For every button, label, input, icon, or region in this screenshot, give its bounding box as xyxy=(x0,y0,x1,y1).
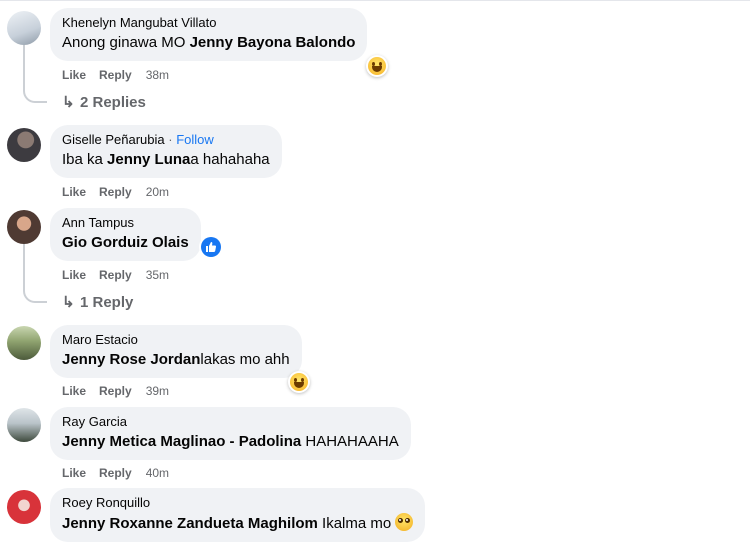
mention-link[interactable]: Jenny Bayona Balondo xyxy=(190,34,356,51)
mention-link[interactable]: Jenny Metica Maglinao - Padolina xyxy=(62,433,301,450)
comment-text: Jenny Metica Maglinao - Padolina HAHAHAA… xyxy=(62,432,399,452)
comment-text: Anong ginawa MO Jenny Bayona Balondo xyxy=(62,33,355,53)
avatar[interactable] xyxy=(7,408,41,442)
replies-count: 2 Replies xyxy=(80,94,146,111)
timestamp[interactable]: 40m xyxy=(146,465,169,481)
comment-text: Iba ka Jenny Lunaa hahahaha xyxy=(62,150,270,170)
comment-item: Maro Estacio Jenny Rose Jordanlakas mo a… xyxy=(0,318,750,400)
comment-actions: Like Reply 40m xyxy=(62,465,182,481)
comment-text: Jenny Rose Jordanlakas mo ahh xyxy=(62,350,290,370)
comment-actions: Like Reply 38m xyxy=(62,67,182,83)
like-button[interactable]: Like xyxy=(62,267,86,283)
comment-bubble: Ann Tampus Gio Gorduiz Olais xyxy=(50,208,201,261)
comment-item: Ann Tampus Gio Gorduiz Olais Like Reply … xyxy=(0,202,750,318)
comment-actions: Like Reply 20m xyxy=(62,184,182,200)
comment-actions: Like Reply 39m xyxy=(62,383,182,399)
comment-author-line: Giselle Peñarubia · Follow xyxy=(62,132,270,148)
mention-link[interactable]: Jenny Roxanne Zandueta Maghilom xyxy=(62,515,318,532)
pleading-emoji-icon xyxy=(395,513,414,531)
comment-bubble: Roey Ronquillo Jenny Roxanne Zandueta Ma… xyxy=(50,488,426,542)
text-prefix: Iba ka xyxy=(62,151,108,168)
comment-author[interactable]: Maro Estacio xyxy=(62,332,290,348)
avatar[interactable] xyxy=(7,326,41,360)
reply-arrow-icon: ↳ xyxy=(62,294,75,311)
comment-author[interactable]: Giselle Peñarubia xyxy=(62,132,165,147)
view-replies-button[interactable]: ↳ 2 Replies xyxy=(62,93,146,113)
like-button[interactable]: Like xyxy=(62,465,86,481)
timestamp[interactable]: 35m xyxy=(146,267,169,283)
like-reaction-icon[interactable] xyxy=(201,237,221,257)
comment-item: Roey Ronquillo Jenny Roxanne Zandueta Ma… xyxy=(0,482,750,544)
text-suffix: HAHAHAAHA xyxy=(301,433,399,450)
replies-count: 1 Reply xyxy=(80,294,134,311)
laughing-emoji-icon[interactable] xyxy=(366,55,388,77)
thread-line xyxy=(23,45,25,89)
avatar[interactable] xyxy=(7,490,41,524)
text-suffix: Ikalma mo xyxy=(317,515,392,532)
timestamp[interactable]: 38m xyxy=(146,67,169,83)
timestamp[interactable]: 20m xyxy=(146,184,169,200)
text-prefix: Anong ginawa MO xyxy=(62,34,190,51)
comment-author[interactable]: Khenelyn Mangubat Villato xyxy=(62,15,355,31)
comment-item: Giselle Peñarubia · Follow Iba ka Jenny … xyxy=(0,118,750,202)
reply-button[interactable]: Reply xyxy=(99,383,132,399)
comment-bubble: Ray Garcia Jenny Metica Maglinao - Padol… xyxy=(50,407,411,460)
text-suffix: a hahahaha xyxy=(190,151,270,168)
avatar[interactable] xyxy=(7,128,41,162)
comment-bubble: Maro Estacio Jenny Rose Jordanlakas mo a… xyxy=(50,325,302,378)
laughing-emoji-icon[interactable] xyxy=(288,371,310,393)
comment-author[interactable]: Roey Ronquillo xyxy=(62,495,413,511)
like-button[interactable]: Like xyxy=(62,67,86,83)
like-button[interactable]: Like xyxy=(62,383,86,399)
follow-button[interactable]: Follow xyxy=(176,132,214,147)
reply-button[interactable]: Reply xyxy=(99,267,132,283)
comment-bubble: Giselle Peñarubia · Follow Iba ka Jenny … xyxy=(50,125,282,178)
comment-item: Khenelyn Mangubat Villato Anong ginawa M… xyxy=(0,0,750,118)
comment-bubble: Khenelyn Mangubat Villato Anong ginawa M… xyxy=(50,8,368,61)
comment-author[interactable]: Ann Tampus xyxy=(62,215,189,231)
reply-button[interactable]: Reply xyxy=(99,465,132,481)
comment-text: Jenny Roxanne Zandueta Maghilom Ikalma m… xyxy=(62,513,414,534)
comment-item: Ray Garcia Jenny Metica Maglinao - Padol… xyxy=(0,400,750,482)
separator: · xyxy=(168,132,173,147)
mention-link[interactable]: Jenny Rose Jordan xyxy=(62,351,200,368)
avatar[interactable] xyxy=(7,210,41,244)
text-suffix: lakas mo ahh xyxy=(200,351,290,368)
like-button[interactable]: Like xyxy=(62,184,86,200)
view-replies-button[interactable]: ↳ 1 Reply xyxy=(62,293,133,313)
timestamp[interactable]: 39m xyxy=(146,383,169,399)
mention-link[interactable]: Jenny Luna xyxy=(107,151,190,168)
comment-author[interactable]: Ray Garcia xyxy=(62,414,399,430)
thread-line xyxy=(23,244,25,289)
reply-button[interactable]: Reply xyxy=(99,184,132,200)
mention-link[interactable]: Gio Gorduiz Olais xyxy=(62,234,189,251)
reply-button[interactable]: Reply xyxy=(99,67,132,83)
comment-text: Gio Gorduiz Olais xyxy=(62,233,189,253)
avatar[interactable] xyxy=(7,11,41,45)
reply-arrow-icon: ↳ xyxy=(62,94,75,111)
comment-actions: Like Reply 35m xyxy=(62,267,182,283)
thread-connector xyxy=(23,89,47,103)
thread-connector xyxy=(23,289,47,303)
